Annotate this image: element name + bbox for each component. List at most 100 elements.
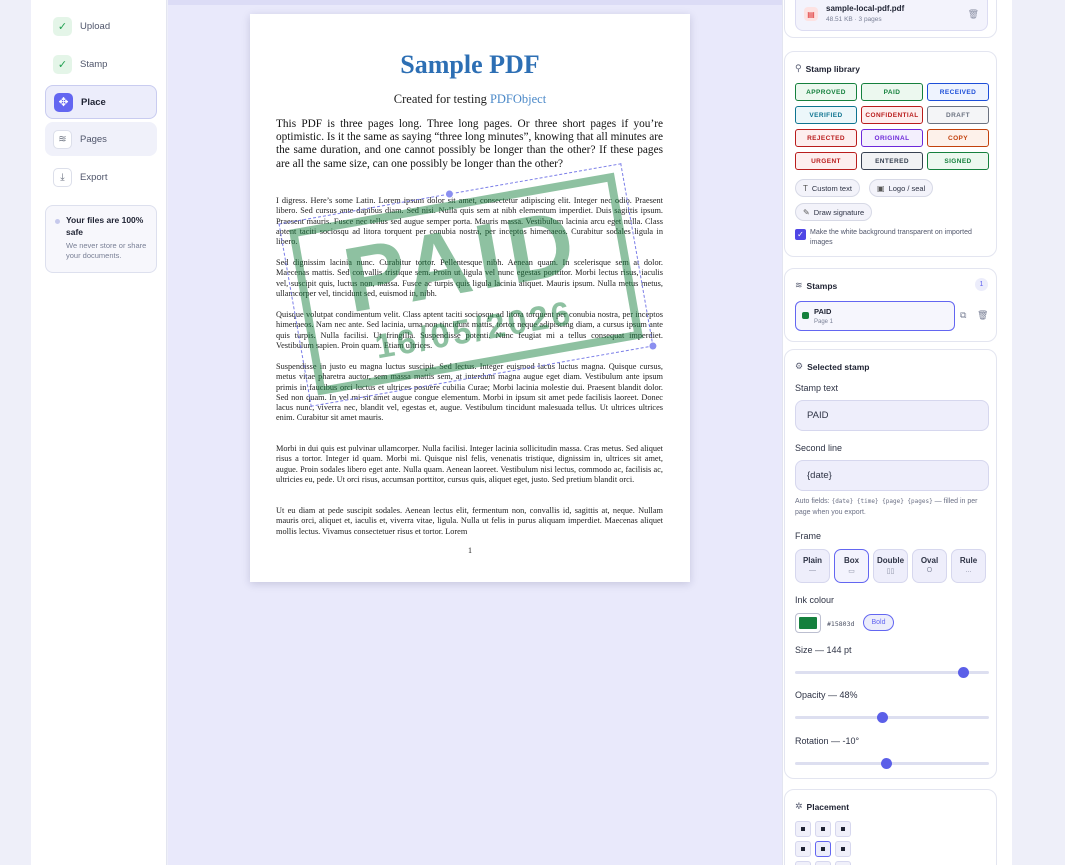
stamp-chip-received[interactable]: RECEIVED <box>927 83 989 101</box>
safety-note: Your files are 100% safe We never store … <box>45 205 157 273</box>
step-pages[interactable]: ≋ Pages <box>45 122 157 156</box>
placement-cell[interactable] <box>795 841 811 857</box>
size-slider[interactable] <box>795 667 989 678</box>
step-place-label: Place <box>81 96 106 108</box>
left-sidebar: ✓ Upload ✓ Stamp ✥ Place ≋ Pages ⤓ Expor… <box>31 0 167 865</box>
frame-plain-button[interactable]: Plain — <box>795 549 830 583</box>
custom-text-button[interactable]: T Custom text <box>795 179 860 197</box>
step-place[interactable]: ✥ Place <box>45 85 157 119</box>
second-line-input[interactable]: {date} <box>795 460 989 491</box>
doc-paragraph: Morbi in dui quis est pulvinar ullamcorp… <box>276 444 663 484</box>
opacity-slider-knob[interactable] <box>876 712 888 723</box>
placement-cell[interactable] <box>815 841 831 857</box>
stamp-chip-confidential[interactable]: CONFIDENTIAL <box>861 106 923 124</box>
frame-oval-button[interactable]: Oval O <box>912 549 947 583</box>
stamps-count-badge: 1 <box>975 278 988 291</box>
frame-glyph-icon: ▭ <box>848 568 855 575</box>
size-slider-knob[interactable] <box>958 667 970 678</box>
rotation-slider-knob[interactable] <box>880 758 892 769</box>
rotate-handle[interactable] <box>444 188 455 200</box>
stamp-chip-paid[interactable]: PAID <box>861 83 923 101</box>
placement-cell[interactable] <box>835 841 851 857</box>
stamps-card: ≋ Stamps 1 PAID Page 1 ⧉ 🗑 <box>784 268 997 342</box>
logo-seal-button[interactable]: ▣ Logo / seal <box>869 179 934 197</box>
frame-name: Plain <box>802 556 823 565</box>
stamp-color-swatch <box>802 312 809 319</box>
stamp-text-input[interactable]: PAID <box>795 400 989 431</box>
placement-cell[interactable] <box>835 821 851 837</box>
frame-label: Frame <box>795 531 822 541</box>
step-export[interactable]: ⤓ Export <box>45 160 157 194</box>
size-label: Size — 144 pt <box>795 645 852 655</box>
lock-icon: ⚲ <box>795 63 802 73</box>
step-pages-label: Pages <box>80 133 107 145</box>
placement-cell[interactable] <box>815 821 831 837</box>
selected-stamp-card: ⚙ Selected stamp Stamp text PAID Second l… <box>784 349 997 779</box>
placement-cell[interactable] <box>795 861 811 865</box>
rotation-label: Rotation — -10° <box>795 736 860 746</box>
image-icon: ▣ <box>877 183 885 193</box>
check-icon: ✓ <box>53 16 72 36</box>
rotation-slider[interactable] <box>795 758 989 769</box>
doc-title: Sample PDF <box>400 50 540 79</box>
doc-subtitle-link[interactable]: PDFObject <box>490 92 546 106</box>
ink-label: Ink colour <box>795 595 835 605</box>
frame-glyph-icon: O <box>926 567 933 574</box>
safety-text: We never store or share your documents. <box>66 241 147 260</box>
bold-toggle[interactable]: Bold <box>863 614 894 631</box>
opacity-label: Opacity — 48% <box>795 690 858 700</box>
stamp-chips: APPROVED PAID RECEIVED VERIFIED CONFIDENTIAL… <box>795 83 990 170</box>
right-panel: ▤ sample-local-pdf.pdf 48.51 KB · 3 page… <box>782 0 1012 865</box>
settings-icon: ⚙ <box>795 361 804 371</box>
step-upload[interactable]: ✓ Upload <box>45 9 157 43</box>
stamp-item-page: Page 1 <box>814 319 834 325</box>
ink-color-picker[interactable] <box>795 613 821 633</box>
placement-card: ✲ Placement <box>784 789 997 865</box>
pdf-file-icon: ▤ <box>804 7 818 21</box>
stamp-chip-original[interactable]: ORIGINAL <box>861 129 923 147</box>
transparent-checkbox[interactable]: ✓ <box>795 229 806 240</box>
stamp-chip-draft[interactable]: DRAFT <box>927 106 989 124</box>
stamp-chip-signed[interactable]: SIGNED <box>927 152 989 170</box>
step-stamp-label: Stamp <box>80 58 108 70</box>
draw-signature-label: Draw signature <box>813 207 865 217</box>
frame-glyph-icon: ▯▯ <box>886 568 895 575</box>
frame-name: Rule <box>959 556 978 565</box>
doc-paragraph: Ut eu diam at pede suscipit sodales. Aen… <box>276 506 663 536</box>
move-icon: ✥ <box>54 92 73 112</box>
stamp-chip-verified[interactable]: VERIFIED <box>795 106 857 124</box>
placement-title: Placement <box>806 801 850 812</box>
frame-rule-button[interactable]: Rule... <box>951 549 986 583</box>
frame-name: Double <box>876 556 905 565</box>
ink-hex: #15803d <box>827 620 855 628</box>
file-name: sample-local-pdf.pdf <box>826 4 905 13</box>
stamp-text-label: Stamp text <box>795 383 839 393</box>
file-row: ▤ sample-local-pdf.pdf 48.51 KB · 3 page… <box>795 0 988 31</box>
frame-box-button[interactable]: Box ▭ <box>834 549 869 583</box>
step-stamp[interactable]: ✓ Stamp <box>45 47 157 81</box>
custom-text-label: Custom text <box>811 183 852 193</box>
stamp-chip-entered[interactable]: ENTERED <box>861 152 923 170</box>
trash-icon[interactable]: 🗑 <box>968 9 979 20</box>
stamp-chip-urgent[interactable]: URGENT <box>795 152 857 170</box>
frame-double-button[interactable]: Double ▯▯ <box>873 549 908 583</box>
transparent-label: Make the white background transparent on… <box>810 229 972 246</box>
pen-icon: ✎ <box>803 207 810 217</box>
opacity-slider[interactable] <box>795 712 989 723</box>
placement-cell[interactable] <box>815 861 831 865</box>
placement-grid <box>795 821 851 865</box>
stamp-list-item[interactable]: PAID Page 1 <box>795 301 955 331</box>
shield-dot-icon <box>55 219 60 224</box>
layers-icon: ≋ <box>53 129 72 149</box>
trash-icon[interactable]: 🗑 <box>977 310 988 321</box>
duplicate-icon[interactable]: ⧉ <box>960 310 966 321</box>
placement-cell[interactable] <box>835 861 851 865</box>
placement-cell[interactable] <box>795 821 811 837</box>
frame-options: Plain — Box ▭ Double ▯▯ Oval O Rule... <box>795 549 986 583</box>
stamp-chip-copy[interactable]: COPY <box>927 129 989 147</box>
doc-subtitle: Created for testing PDFObject <box>250 92 690 107</box>
hint-prefix: Auto fields: <box>795 498 832 505</box>
draw-signature-button[interactable]: ✎ Draw signature <box>795 203 873 221</box>
stamp-chip-approved[interactable]: APPROVED <box>795 83 857 101</box>
stamp-chip-rejected[interactable]: REJECTED <box>795 129 857 147</box>
